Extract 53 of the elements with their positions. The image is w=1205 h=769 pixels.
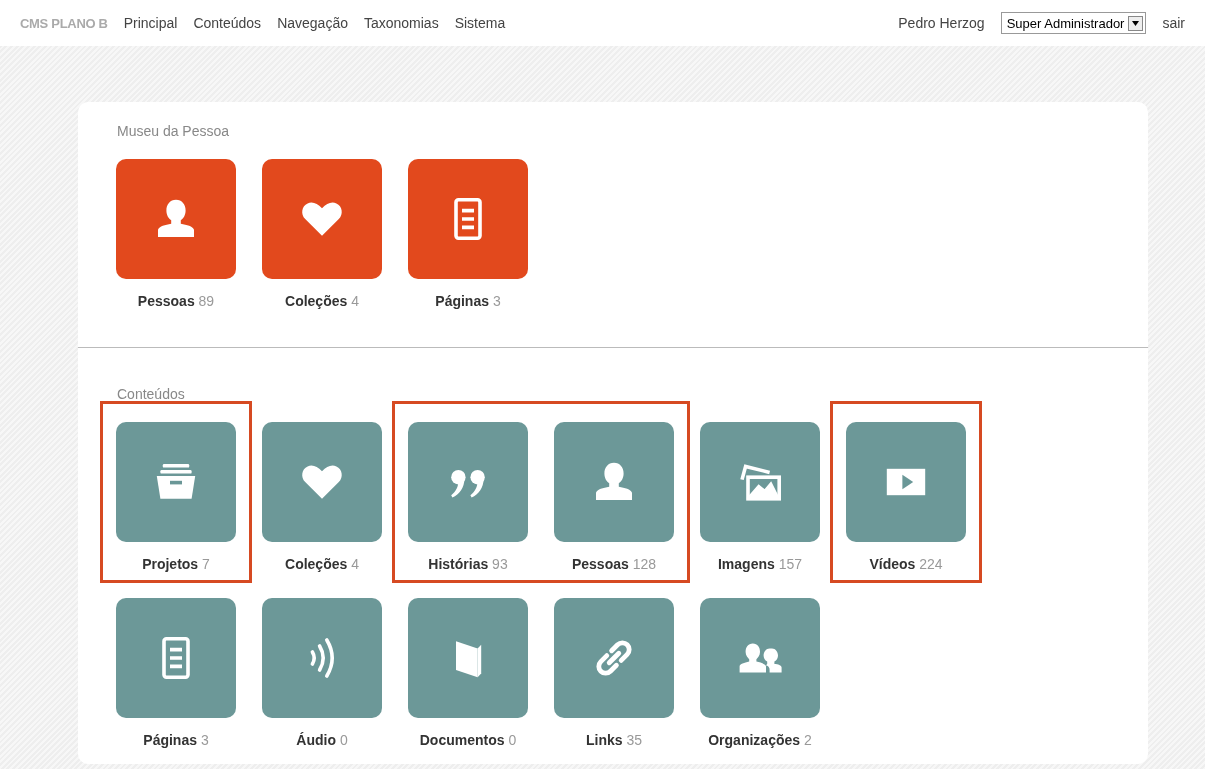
nav-link[interactable]: Sistema	[454, 15, 506, 31]
category-tile[interactable]	[700, 598, 820, 718]
tile-label[interactable]: Páginas	[435, 293, 489, 309]
tile-count: 89	[198, 293, 215, 309]
logout-link[interactable]: sair	[1162, 15, 1185, 31]
nav-link[interactable]: Principal	[123, 15, 178, 31]
tile-count: 4	[351, 556, 359, 572]
tile-label[interactable]: Imagens	[717, 556, 775, 572]
section-title: Conteúdos	[117, 386, 185, 402]
category-tile[interactable]	[408, 422, 528, 542]
category-tile[interactable]	[408, 159, 528, 279]
tile-count: 224	[919, 556, 943, 572]
category-tile[interactable]	[262, 422, 382, 542]
tile-label[interactable]: Vídeos	[869, 556, 916, 572]
role-select[interactable]: Super Administrador	[1000, 12, 1147, 34]
category-tile[interactable]	[700, 422, 820, 542]
tile-count: 0	[508, 732, 517, 748]
tile-count: 157	[778, 556, 803, 572]
tile-label[interactable]: Histórias	[428, 556, 489, 572]
tile-label[interactable]: Projetos	[142, 556, 199, 572]
tile-label[interactable]: Áudio	[296, 732, 336, 748]
user-name: Pedro Herzog	[898, 15, 985, 31]
tile-count: 2	[803, 732, 812, 748]
tile-count: 3	[492, 293, 501, 309]
category-tile[interactable]	[408, 598, 528, 718]
category-tile[interactable]	[116, 422, 236, 542]
category-tile[interactable]	[554, 422, 674, 542]
category-tile[interactable]	[116, 598, 236, 718]
tile-count: 0	[339, 732, 348, 748]
tile-count: 7	[202, 556, 210, 572]
nav-link[interactable]: Taxonomias	[363, 15, 439, 31]
category-tile[interactable]	[846, 422, 966, 542]
tile-label[interactable]: Organizações	[708, 732, 801, 748]
tile-label[interactable]: Links	[585, 732, 623, 748]
tile-count: 4	[351, 293, 359, 309]
dropdown-icon	[1128, 15, 1144, 31]
tile-label[interactable]: Coleções	[285, 293, 348, 309]
tile-count: 93	[492, 556, 508, 572]
tile-count: 35	[626, 732, 642, 748]
category-tile[interactable]	[262, 598, 382, 718]
category-tile[interactable]	[116, 159, 236, 279]
category-tile[interactable]	[554, 598, 674, 718]
tile-count: 3	[200, 732, 209, 748]
category-tile[interactable]	[262, 159, 382, 279]
tile-count: 128	[632, 556, 657, 572]
tile-label[interactable]: Pessoas	[571, 556, 629, 572]
tile-label[interactable]: Documentos	[419, 732, 505, 748]
nav-link[interactable]: Conteúdos	[193, 15, 262, 31]
tile-label[interactable]: Coleções	[285, 556, 348, 572]
tile-label[interactable]: Páginas	[143, 732, 197, 748]
nav-link[interactable]: Navegação	[277, 15, 348, 31]
section-title: Museu da Pessoa	[117, 123, 230, 139]
tile-label[interactable]: Pessoas	[137, 293, 195, 309]
